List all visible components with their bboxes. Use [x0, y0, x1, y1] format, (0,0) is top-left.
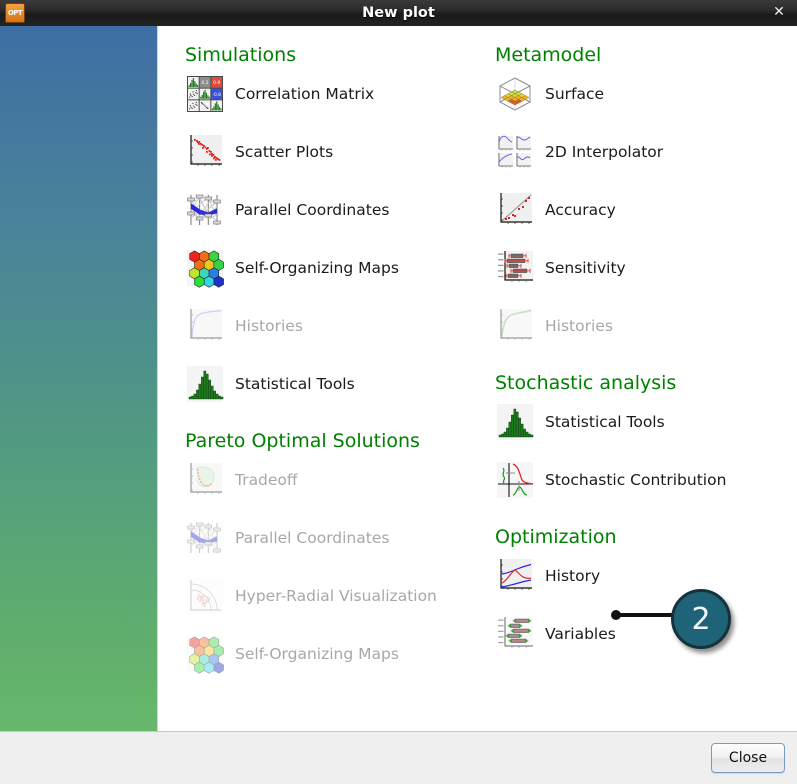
plot-item-hyper-radial-visualization: Hyper-Radial Visualization [185, 574, 485, 618]
plot-item-accuracy[interactable]: Accuracy [495, 188, 795, 232]
plot-item-tradeoff: Tradeoff [185, 458, 485, 502]
plot-group: Stochastic analysis Statistical Tools Stoc… [495, 372, 795, 502]
plot-item-self-organizing-maps: Self-Organizing Maps [185, 632, 485, 676]
plot-group: Pareto Optimal Solutions Tradeoff Parallel… [185, 430, 485, 676]
plot-item-label: Statistical Tools [545, 413, 665, 431]
histories-icon [185, 306, 225, 346]
app-icon: OPT [5, 3, 25, 23]
close-icon[interactable]: ✕ [771, 4, 787, 20]
plot-item-surface[interactable]: Surface [495, 72, 795, 116]
plot-item-label: 2D Interpolator [545, 143, 663, 161]
parallel-coordinates-icon [185, 190, 225, 230]
plot-item-variables[interactable]: Variables [495, 612, 795, 656]
group-title: Optimization [495, 526, 795, 548]
plot-item-label: Scatter Plots [235, 143, 333, 161]
plot-item-label: Sensitivity [545, 259, 626, 277]
plot-item-label: Tradeoff [235, 471, 298, 489]
plot-item-histories: Histories [185, 304, 485, 348]
svg-text:0.2: 0.2 [202, 80, 209, 86]
plot-item-label: Statistical Tools [235, 375, 355, 393]
plot-item-label: Stochastic Contribution [545, 471, 726, 489]
dialog-footer: Close [0, 731, 797, 784]
plot-group: Metamodel Surface 2D Interpolator Accuracy S… [495, 44, 795, 348]
plot-item-label: Self-Organizing Maps [235, 645, 399, 663]
new-plot-dialog: OPT New plot ✕ Simulations 0.2 0.9 -0.8 Corr… [0, 0, 797, 783]
right-column: Metamodel Surface 2D Interpolator Accuracy S… [495, 26, 795, 670]
tradeoff-icon [185, 460, 225, 500]
plot-item-label: Surface [545, 85, 604, 103]
left-column: Simulations 0.2 0.9 -0.8 Correlation Matrix S… [185, 26, 485, 690]
group-items: 0.2 0.9 -0.8 Correlation Matrix Scatter Plot… [185, 72, 485, 406]
plot-item-label: Parallel Coordinates [235, 201, 389, 219]
interpolator-2d-icon [495, 132, 535, 172]
plot-item-scatter-plots[interactable]: Scatter Plots [185, 130, 485, 174]
plot-item-history[interactable]: History [495, 554, 795, 598]
plot-item-parallel-coordinates[interactable]: Parallel Coordinates [185, 188, 485, 232]
plot-item-sensitivity[interactable]: Sensitivity [495, 246, 795, 290]
group-title: Metamodel [495, 44, 795, 66]
plot-group: Simulations 0.2 0.9 -0.8 Correlation Matrix S… [185, 44, 485, 406]
group-items: Tradeoff Parallel Coordinates Hyper-Radial… [185, 458, 485, 676]
plot-type-panel: Simulations 0.2 0.9 -0.8 Correlation Matrix S… [157, 26, 797, 731]
plot-item-statistical-tools[interactable]: Statistical Tools [495, 400, 795, 444]
plot-item-label: Histories [545, 317, 613, 335]
surface-icon [495, 74, 535, 114]
stochastic-contribution-icon [495, 460, 535, 500]
group-title: Simulations [185, 44, 485, 66]
hyper-radial-visualization-icon [185, 576, 225, 616]
plot-item-self-organizing-maps[interactable]: Self-Organizing Maps [185, 246, 485, 290]
history-icon [495, 556, 535, 596]
self-organizing-maps-icon [185, 248, 225, 288]
plot-item-label: Parallel Coordinates [235, 529, 389, 547]
svg-text:-0.8: -0.8 [212, 92, 221, 98]
statistical-tools-icon [495, 402, 535, 442]
close-button[interactable]: Close [711, 743, 785, 773]
dialog-body: Simulations 0.2 0.9 -0.8 Correlation Matrix S… [0, 26, 797, 731]
histories-icon [495, 306, 535, 346]
title-bar: OPT New plot ✕ [0, 0, 797, 27]
plot-item-label: Variables [545, 625, 616, 643]
plot-item-stochastic-contribution[interactable]: Stochastic Contribution [495, 458, 795, 502]
parallel-coordinates-icon [185, 518, 225, 558]
statistical-tools-icon [185, 364, 225, 404]
group-items: Surface 2D Interpolator Accuracy Sensitivit… [495, 72, 795, 348]
app-icon-label: OPT [8, 9, 22, 17]
plot-item-label: History [545, 567, 600, 585]
plot-item-statistical-tools[interactable]: Statistical Tools [185, 362, 485, 406]
plot-group: Optimization History Variables [495, 526, 795, 656]
sidebar-banner [0, 26, 157, 731]
correlation-matrix-icon: 0.2 0.9 -0.8 [185, 74, 225, 114]
plot-item-label: Accuracy [545, 201, 616, 219]
svg-text:0.9: 0.9 [213, 80, 220, 86]
group-title: Stochastic analysis [495, 372, 795, 394]
group-items: Statistical Tools Stochastic Contribution [495, 400, 795, 502]
group-title: Pareto Optimal Solutions [185, 430, 485, 452]
group-items: History Variables [495, 554, 795, 656]
accuracy-icon [495, 190, 535, 230]
plot-item-correlation-matrix[interactable]: 0.2 0.9 -0.8 Correlation Matrix [185, 72, 485, 116]
scatter-plots-icon [185, 132, 225, 172]
sensitivity-icon [495, 248, 535, 288]
plot-item-label: Self-Organizing Maps [235, 259, 399, 277]
variables-icon [495, 614, 535, 654]
plot-item-label: Histories [235, 317, 303, 335]
plot-item-label: Hyper-Radial Visualization [235, 587, 437, 605]
plot-item-histories: Histories [495, 304, 795, 348]
plot-item-parallel-coordinates: Parallel Coordinates [185, 516, 485, 560]
plot-item-label: Correlation Matrix [235, 85, 374, 103]
window-title: New plot [0, 5, 797, 21]
self-organizing-maps-icon [185, 634, 225, 674]
plot-item-2d-interpolator[interactable]: 2D Interpolator [495, 130, 795, 174]
